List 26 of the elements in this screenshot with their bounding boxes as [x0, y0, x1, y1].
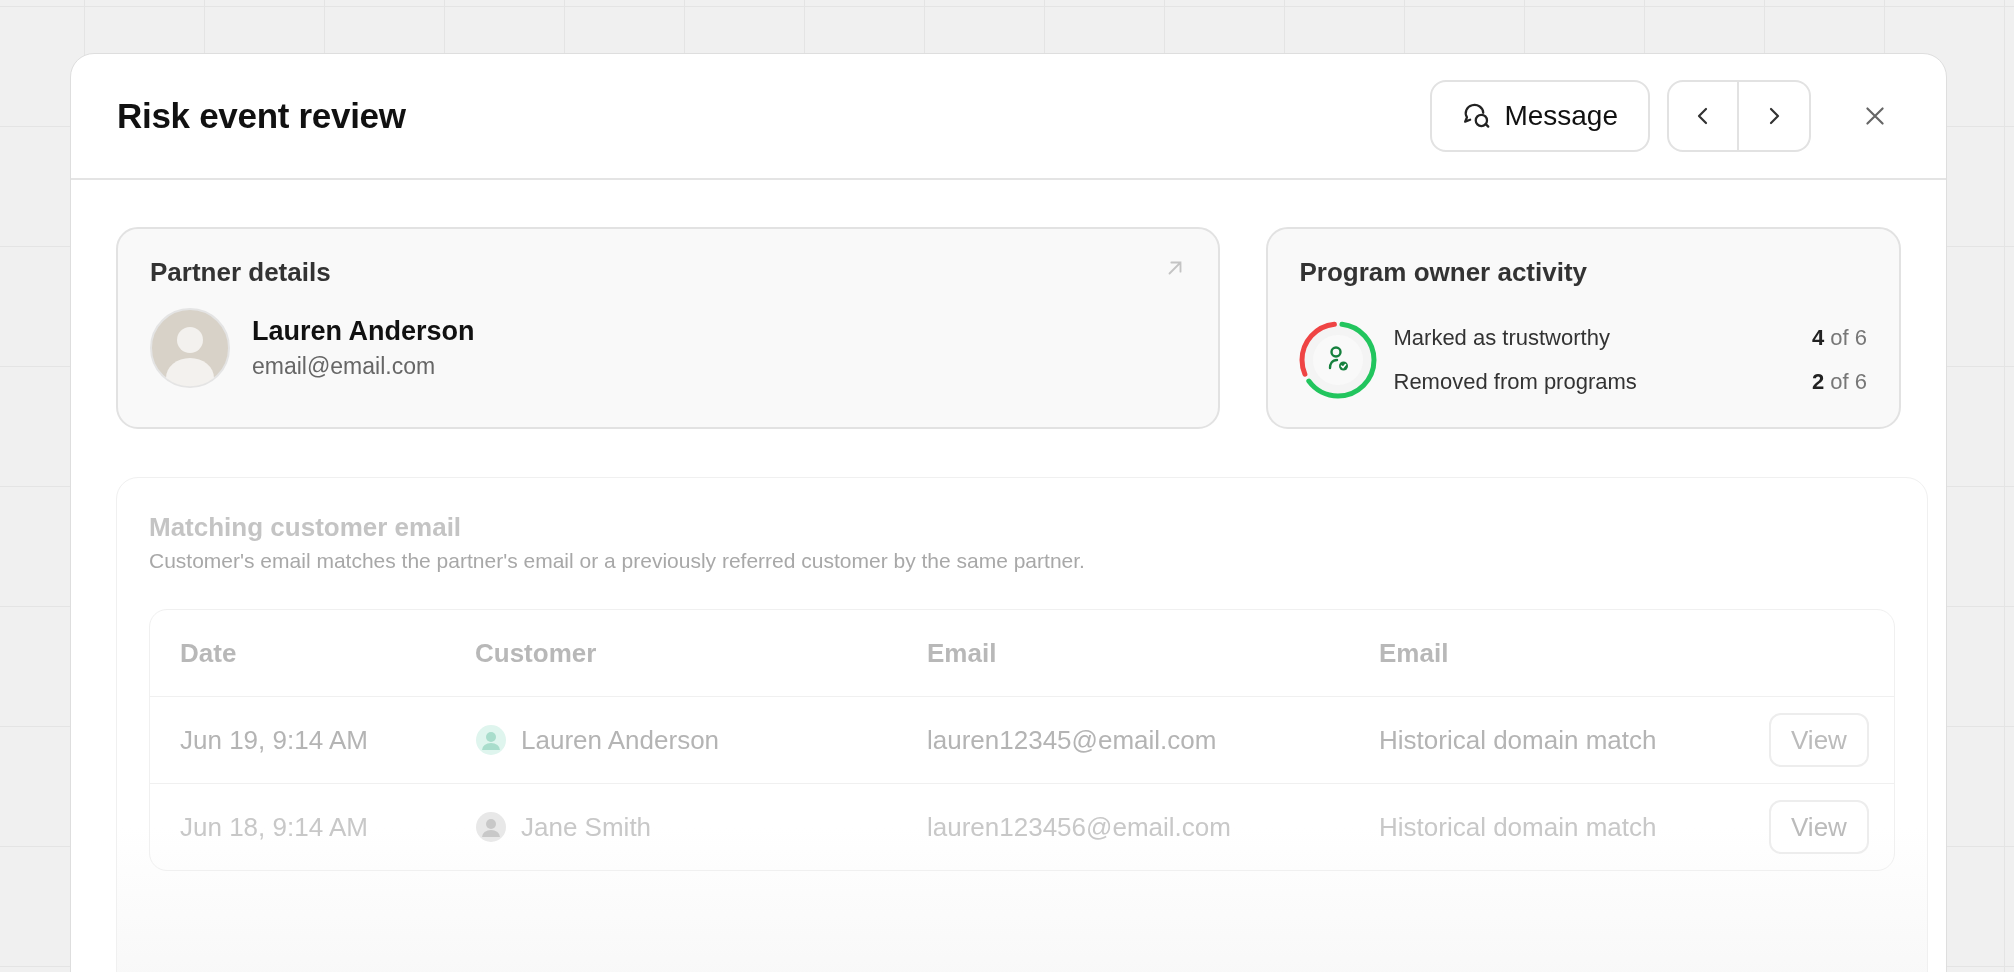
table-cell-text: Jun 19, 9:14 AM [180, 724, 369, 756]
table-cell-text: lauren12345@email.com [927, 724, 1218, 756]
card-title: Partner details [150, 257, 331, 288]
card-title: Program owner activity [1299, 257, 1589, 288]
activity-count: 2 of 6 [1811, 369, 1867, 395]
table-cell-text: Historical domain match [1379, 724, 1658, 756]
partner-email: email@email.com [252, 353, 437, 380]
column-header: Email [1379, 637, 1450, 669]
column-header: Date [180, 637, 238, 669]
view-button[interactable]: View [1769, 800, 1869, 854]
activity-label: Removed from programs [1393, 369, 1637, 395]
section-title: Matching customer email [149, 512, 463, 543]
column-header: Email [927, 637, 998, 669]
table-cell: Lauren Anderson [521, 724, 720, 756]
next-button[interactable] [1739, 80, 1811, 152]
column-header: Customer [475, 637, 598, 669]
previous-button[interactable] [1667, 80, 1739, 152]
activity-count: 4 of 6 [1811, 325, 1867, 351]
section-description: Customer's email matches the partner's email or a previously referred customer by the same partner. [149, 549, 1086, 573]
view-button[interactable]: View [1769, 713, 1869, 767]
message-button[interactable]: Message [1430, 80, 1650, 152]
avatar-icon [475, 811, 507, 843]
partner-name: Lauren Anderson [252, 316, 475, 347]
activity-label: Marked as trustworthy [1393, 325, 1610, 351]
avatar-icon [475, 724, 507, 756]
modal-title: Risk event review [117, 96, 406, 136]
